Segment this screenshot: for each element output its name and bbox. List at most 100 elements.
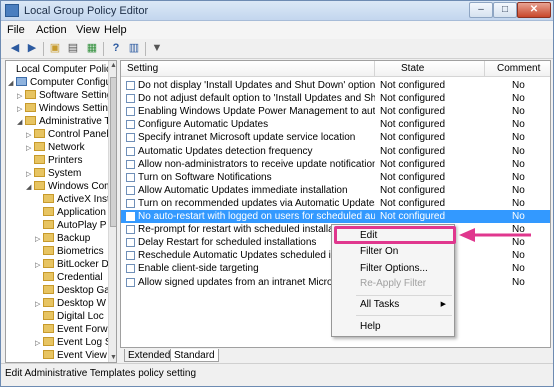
folder-icon (43, 246, 54, 255)
menu-item-edit[interactable]: Edit (334, 228, 452, 243)
table-row[interactable]: Configure Automatic Updates Not configure… (121, 118, 550, 131)
tree-item-label: Software Settings (39, 90, 117, 101)
menu-separator (356, 315, 452, 316)
maximize-button[interactable]: □ (493, 2, 517, 18)
scroll-up-icon[interactable]: ▲ (110, 62, 116, 69)
setting-name: Do not adjust default option to 'Install… (138, 93, 375, 105)
folder-icon (43, 285, 54, 294)
column-divider[interactable] (374, 61, 375, 77)
tree-pane[interactable]: Local Computer Policy ◢ Computer Configura… (5, 60, 117, 363)
column-header-setting[interactable]: Setting (127, 63, 158, 74)
folder-icon (34, 142, 45, 151)
setting-comment: No (512, 250, 525, 262)
tree-item-label: ActiveX Inst (57, 194, 110, 205)
export-list-icon[interactable]: ▦ (84, 41, 100, 56)
tree-item[interactable]: ▷ Control Panel (26, 128, 109, 141)
setting-name: Allow non-administrators to receive upda… (138, 158, 375, 170)
policy-setting-icon (126, 238, 135, 248)
tree-item[interactable]: ▷ Backup (35, 232, 90, 245)
menu-item-all-tasks[interactable]: All Tasks ▶ (334, 297, 452, 312)
menu-action[interactable]: Action (36, 24, 67, 36)
forward-arrow-icon[interactable]: ▶ (24, 41, 40, 56)
tree-item[interactable]: ◢ Administrative Te (17, 115, 115, 128)
tree-item[interactable]: ▷ BitLocker D (35, 258, 109, 271)
tree-item[interactable]: Event View (35, 349, 107, 362)
all-tasks-label: All Tasks (360, 299, 400, 310)
menu-view[interactable]: View (76, 24, 100, 36)
table-row[interactable]: Do not adjust default option to 'Install… (121, 92, 550, 105)
setting-comment: No (512, 119, 525, 131)
tree-item-label: Event Forw (57, 324, 108, 335)
table-row[interactable]: Turn on recommended updates via Automati… (121, 197, 550, 210)
folder-icon (43, 207, 54, 216)
tree-item-label: Application (57, 207, 106, 218)
setting-state: Not configured (380, 197, 446, 209)
tree-item[interactable]: ▷ Windows Settings (17, 102, 116, 115)
policy-setting-icon (126, 212, 135, 221)
annotation-arrow-icon (459, 228, 531, 242)
view-tabs: Extended Standard (120, 349, 551, 363)
tree-item[interactable]: ActiveX Inst (35, 193, 110, 206)
scroll-down-icon[interactable]: ▼ (110, 354, 116, 361)
column-divider[interactable] (484, 61, 485, 77)
table-row[interactable]: Do not display 'Install Updates and Shut… (121, 79, 550, 92)
tree-item[interactable]: ◢ Windows Comp (26, 180, 116, 194)
tree-item[interactable]: ▷ Network (26, 141, 85, 154)
tree-item[interactable]: ▷ Software Settings (17, 89, 117, 102)
tree-item[interactable]: Printers (26, 154, 82, 167)
properties-icon[interactable]: ▥ (126, 41, 142, 56)
menu-item-filter-on[interactable]: Filter On (334, 244, 452, 259)
setting-state: Not configured (380, 80, 446, 91)
collapse-arrow-icon[interactable]: ◢ (8, 77, 16, 90)
tree-item[interactable]: Event Forw (35, 323, 108, 336)
filter-icon[interactable]: ▼ (149, 41, 165, 56)
back-arrow-icon[interactable]: ◀ (7, 41, 23, 56)
table-row[interactable]: Turn on Software Notifications Not config… (121, 171, 550, 184)
table-row[interactable]: No auto-restart with logged on users for… (121, 210, 550, 223)
collapse-arrow-icon[interactable]: ◢ (17, 116, 25, 129)
menu-item-help[interactable]: Help (334, 319, 452, 334)
close-button[interactable]: ✕ (517, 2, 551, 18)
policy-setting-icon (126, 94, 135, 104)
column-header-state[interactable]: State (401, 63, 424, 74)
table-row[interactable]: Allow non-administrators to receive upda… (121, 158, 550, 171)
menu-item-filter-options[interactable]: Filter Options... (334, 261, 452, 276)
setting-comment: No (512, 145, 525, 157)
tree-item[interactable]: ◢ Computer Configurati (8, 76, 116, 90)
show-hide-tree-icon[interactable]: ▤ (65, 41, 81, 56)
collapse-arrow-icon[interactable]: ◢ (26, 181, 34, 194)
tree-item[interactable]: Local Computer Policy (8, 63, 116, 76)
tab-standard[interactable]: Standard (170, 349, 219, 362)
folder-icon (43, 324, 54, 333)
tree-item[interactable]: Biometrics (35, 245, 104, 258)
up-folder-icon[interactable]: ▣ (47, 41, 63, 56)
scrollbar-thumb[interactable] (110, 77, 116, 227)
table-row[interactable]: Enabling Windows Update Power Management… (121, 105, 550, 118)
tree-item[interactable]: Credential (35, 271, 103, 284)
table-row[interactable]: Automatic Updates detection frequency Not… (121, 145, 550, 158)
menu-file[interactable]: File (7, 24, 25, 36)
tree-item[interactable]: ▷ System (26, 167, 81, 180)
status-bar: Edit Administrative Templates policy set… (1, 363, 553, 386)
tree-scrollbar[interactable]: ▲ ▼ (108, 61, 116, 362)
policy-setting-icon (126, 133, 135, 143)
policy-setting-icon (126, 107, 135, 117)
tree-item[interactable]: AutoPlay P (35, 219, 106, 232)
policy-setting-icon (126, 264, 135, 274)
menu-help[interactable]: Help (104, 24, 127, 36)
setting-state: Not configured (380, 93, 446, 105)
tree-item-label: Event Log S (57, 337, 112, 348)
minimize-button[interactable]: – (469, 2, 493, 18)
tree-item[interactable]: ▷ Event Log S (35, 336, 111, 349)
tree-item-label: Desktop Ga (57, 285, 110, 296)
list-header: Setting State Comment (121, 61, 550, 77)
table-row[interactable]: Allow Automatic Updates immediate instal… (121, 184, 550, 197)
tree-item[interactable]: Desktop Ga (35, 284, 110, 297)
table-row[interactable]: Specify intranet Microsoft update servic… (121, 131, 550, 144)
column-header-comment[interactable]: Comment (497, 63, 540, 74)
tree-item[interactable]: Digital Loc (35, 310, 104, 323)
tree-item[interactable]: ▷ Desktop W (35, 297, 106, 310)
help-icon[interactable]: ? (108, 41, 124, 56)
tree-item[interactable]: Application (35, 206, 106, 219)
tab-extended[interactable]: Extended (124, 349, 175, 362)
